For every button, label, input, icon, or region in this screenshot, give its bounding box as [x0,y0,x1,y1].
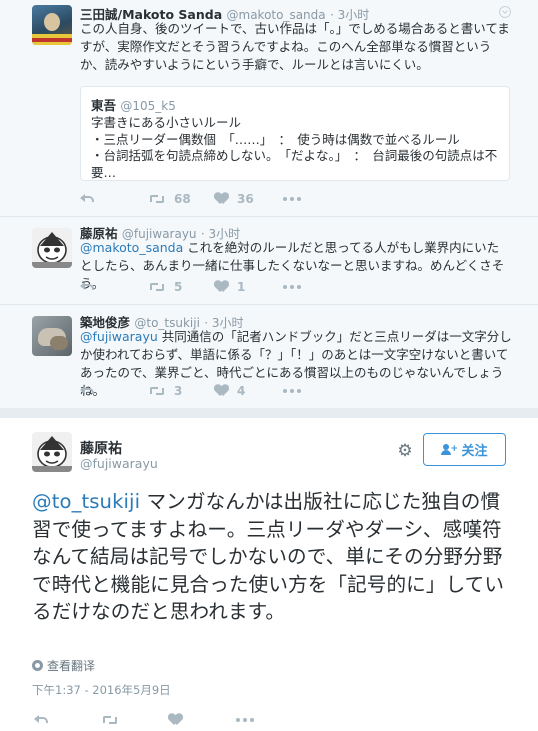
like-icon [169,714,183,726]
like-button[interactable]: 1 [215,277,245,297]
more-icon [283,285,301,289]
like-icon [215,281,229,293]
reply-button[interactable] [80,277,94,297]
retweet-count: 3 [174,384,183,398]
tweet-actions: 3 4 [0,381,538,401]
like-icon [215,385,229,397]
more-icon [283,197,301,201]
reply-icon [34,715,48,725]
avatar[interactable] [32,228,72,268]
avatar[interactable] [32,432,72,472]
globe-icon [32,660,43,671]
reply-icon [80,386,94,396]
mention-link[interactable]: @to_tsukiji [32,490,140,513]
quoted-tweet[interactable]: 東吾 @105_k5 字書きにある小さいルール ・三点リーダー偶数個 「……」 … [80,86,510,181]
retweet-button[interactable] [101,710,119,730]
mention-link[interactable]: @fujiwarayu [80,329,158,344]
like-count: 1 [237,280,246,294]
like-count: 4 [237,384,246,398]
tweet-actions [0,710,538,730]
reply-button[interactable] [80,189,94,209]
retweet-icon [101,714,119,726]
retweet-button[interactable]: 68 [148,189,191,209]
reply-button[interactable] [34,710,48,730]
retweet-icon [148,193,166,205]
avatar[interactable] [32,316,72,356]
retweet-count: 5 [174,280,183,294]
quote-text: 字書きにある小さいルール ・三点リーダー偶数個 「……」 ： 使う時は偶数で並べ… [91,115,498,180]
divider [0,408,538,418]
retweet-button[interactable]: 5 [148,277,182,297]
tweet-text: @to_tsukiji マンガなんかは出版社に応じた独自の慣習で使ってますよねー… [32,490,505,623]
more-button[interactable] [283,277,301,297]
permalink-tweet: 藤原祐 @fujiwarayu ⚙ + 关注 @to_tsukiji マンガなん… [0,418,538,731]
conversation-tweet[interactable]: 三田誠/Makoto Sanda @makoto_sanda · 3小时 この人… [0,0,538,217]
retweet-icon [148,281,166,293]
more-button[interactable] [283,381,301,401]
quote-author: 東吾 @105_k5 [91,98,176,113]
retweet-icon [148,385,166,397]
reply-icon [80,282,94,292]
tweet-actions: 68 36 [0,189,538,209]
gear-icon[interactable]: ⚙ [396,441,414,461]
retweet-button[interactable]: 3 [148,381,182,401]
tweet-actions: 5 1 [0,277,538,297]
tweet-handle[interactable]: @fujiwarayu [80,456,158,471]
like-button[interactable]: 36 [215,189,254,209]
mention-link[interactable]: @makoto_sanda [80,240,183,255]
like-count: 36 [237,192,254,206]
conversation-tweet[interactable]: 藤原祐 @fujiwarayu · 3小时 @makoto_sanda これを絶… [0,217,538,305]
reply-icon [80,194,94,204]
conversation-tweet[interactable]: 築地俊彦 @to_tsukiji · 3小时 @fujiwarayu 共同通信の… [0,305,538,408]
more-icon [283,389,301,393]
like-button[interactable]: 4 [215,381,245,401]
tweet-text: この人自身、後のツイートで、古い作品は「。」でしめる場合あると書いてますが、実際… [80,21,510,72]
like-button[interactable] [169,710,183,730]
follow-person-icon: + [441,443,458,456]
tweet-author[interactable]: 藤原祐 [80,438,122,458]
reply-button[interactable] [80,381,94,401]
retweet-count: 68 [174,192,191,206]
caret-down-icon[interactable] [499,6,511,18]
more-button[interactable] [283,189,301,209]
tweet-timestamp[interactable]: 下午1:37 - 2016年5月9日 [32,682,171,698]
more-button[interactable] [236,710,254,730]
like-icon [215,193,229,205]
more-icon [236,718,254,722]
translate-link[interactable]: 查看翻译 [32,657,95,674]
avatar[interactable] [32,5,72,45]
follow-button[interactable]: + 关注 [423,433,506,466]
